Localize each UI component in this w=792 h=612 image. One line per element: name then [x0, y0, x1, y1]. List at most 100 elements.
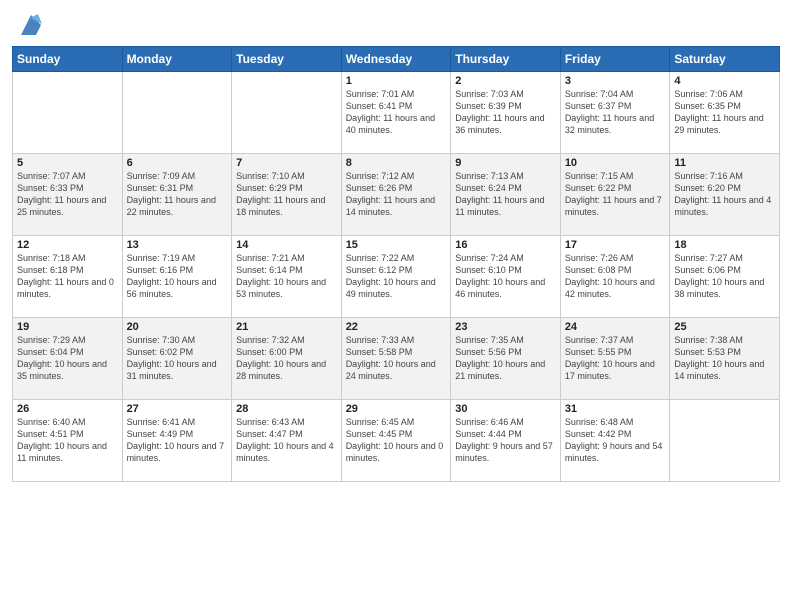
- day-info: Sunrise: 7:18 AM Sunset: 6:18 PM Dayligh…: [17, 252, 118, 301]
- day-cell: 12Sunrise: 7:18 AM Sunset: 6:18 PM Dayli…: [13, 236, 123, 318]
- day-number: 23: [455, 321, 556, 333]
- day-info: Sunrise: 7:33 AM Sunset: 5:58 PM Dayligh…: [346, 334, 447, 383]
- day-cell: 29Sunrise: 6:45 AM Sunset: 4:45 PM Dayli…: [341, 400, 451, 482]
- day-cell: 9Sunrise: 7:13 AM Sunset: 6:24 PM Daylig…: [451, 154, 561, 236]
- day-info: Sunrise: 7:38 AM Sunset: 5:53 PM Dayligh…: [674, 334, 775, 383]
- day-info: Sunrise: 7:10 AM Sunset: 6:29 PM Dayligh…: [236, 170, 337, 219]
- day-cell: 5Sunrise: 7:07 AM Sunset: 6:33 PM Daylig…: [13, 154, 123, 236]
- day-number: 21: [236, 321, 337, 333]
- day-number: 1: [346, 75, 447, 87]
- weekday-saturday: Saturday: [670, 47, 780, 72]
- day-info: Sunrise: 7:32 AM Sunset: 6:00 PM Dayligh…: [236, 334, 337, 383]
- week-row-4: 19Sunrise: 7:29 AM Sunset: 6:04 PM Dayli…: [13, 318, 780, 400]
- day-cell: 25Sunrise: 7:38 AM Sunset: 5:53 PM Dayli…: [670, 318, 780, 400]
- day-number: 3: [565, 75, 666, 87]
- day-cell: 8Sunrise: 7:12 AM Sunset: 6:26 PM Daylig…: [341, 154, 451, 236]
- day-number: 14: [236, 239, 337, 251]
- day-info: Sunrise: 7:30 AM Sunset: 6:02 PM Dayligh…: [127, 334, 228, 383]
- day-info: Sunrise: 6:45 AM Sunset: 4:45 PM Dayligh…: [346, 416, 447, 465]
- day-cell: 20Sunrise: 7:30 AM Sunset: 6:02 PM Dayli…: [122, 318, 232, 400]
- day-number: 28: [236, 403, 337, 415]
- day-number: 22: [346, 321, 447, 333]
- day-info: Sunrise: 7:27 AM Sunset: 6:06 PM Dayligh…: [674, 252, 775, 301]
- day-info: Sunrise: 7:12 AM Sunset: 6:26 PM Dayligh…: [346, 170, 447, 219]
- day-info: Sunrise: 7:26 AM Sunset: 6:08 PM Dayligh…: [565, 252, 666, 301]
- day-cell: 23Sunrise: 7:35 AM Sunset: 5:56 PM Dayli…: [451, 318, 561, 400]
- day-info: Sunrise: 7:09 AM Sunset: 6:31 PM Dayligh…: [127, 170, 228, 219]
- day-number: 27: [127, 403, 228, 415]
- day-info: Sunrise: 7:07 AM Sunset: 6:33 PM Dayligh…: [17, 170, 118, 219]
- day-info: Sunrise: 7:29 AM Sunset: 6:04 PM Dayligh…: [17, 334, 118, 383]
- day-number: 5: [17, 157, 118, 169]
- day-cell: 15Sunrise: 7:22 AM Sunset: 6:12 PM Dayli…: [341, 236, 451, 318]
- logo: [12, 10, 46, 40]
- day-number: 31: [565, 403, 666, 415]
- day-info: Sunrise: 7:37 AM Sunset: 5:55 PM Dayligh…: [565, 334, 666, 383]
- day-info: Sunrise: 6:43 AM Sunset: 4:47 PM Dayligh…: [236, 416, 337, 465]
- day-number: 17: [565, 239, 666, 251]
- day-number: 26: [17, 403, 118, 415]
- day-number: 9: [455, 157, 556, 169]
- day-cell: 27Sunrise: 6:41 AM Sunset: 4:49 PM Dayli…: [122, 400, 232, 482]
- logo-icon: [16, 10, 46, 40]
- day-number: 8: [346, 157, 447, 169]
- day-number: 15: [346, 239, 447, 251]
- day-cell: 17Sunrise: 7:26 AM Sunset: 6:08 PM Dayli…: [560, 236, 670, 318]
- day-number: 10: [565, 157, 666, 169]
- day-info: Sunrise: 7:35 AM Sunset: 5:56 PM Dayligh…: [455, 334, 556, 383]
- day-cell: 11Sunrise: 7:16 AM Sunset: 6:20 PM Dayli…: [670, 154, 780, 236]
- day-info: Sunrise: 7:06 AM Sunset: 6:35 PM Dayligh…: [674, 88, 775, 137]
- day-cell: 28Sunrise: 6:43 AM Sunset: 4:47 PM Dayli…: [232, 400, 342, 482]
- day-cell: 7Sunrise: 7:10 AM Sunset: 6:29 PM Daylig…: [232, 154, 342, 236]
- day-number: 18: [674, 239, 775, 251]
- week-row-5: 26Sunrise: 6:40 AM Sunset: 4:51 PM Dayli…: [13, 400, 780, 482]
- day-cell: [670, 400, 780, 482]
- day-info: Sunrise: 6:40 AM Sunset: 4:51 PM Dayligh…: [17, 416, 118, 465]
- weekday-wednesday: Wednesday: [341, 47, 451, 72]
- weekday-monday: Monday: [122, 47, 232, 72]
- day-cell: [13, 72, 123, 154]
- day-number: 20: [127, 321, 228, 333]
- day-info: Sunrise: 6:41 AM Sunset: 4:49 PM Dayligh…: [127, 416, 228, 465]
- day-number: 7: [236, 157, 337, 169]
- day-info: Sunrise: 6:48 AM Sunset: 4:42 PM Dayligh…: [565, 416, 666, 465]
- day-info: Sunrise: 7:16 AM Sunset: 6:20 PM Dayligh…: [674, 170, 775, 219]
- day-cell: 6Sunrise: 7:09 AM Sunset: 6:31 PM Daylig…: [122, 154, 232, 236]
- day-number: 25: [674, 321, 775, 333]
- day-cell: 18Sunrise: 7:27 AM Sunset: 6:06 PM Dayli…: [670, 236, 780, 318]
- day-number: 2: [455, 75, 556, 87]
- day-cell: 24Sunrise: 7:37 AM Sunset: 5:55 PM Dayli…: [560, 318, 670, 400]
- day-info: Sunrise: 7:13 AM Sunset: 6:24 PM Dayligh…: [455, 170, 556, 219]
- day-cell: 3Sunrise: 7:04 AM Sunset: 6:37 PM Daylig…: [560, 72, 670, 154]
- day-cell: 19Sunrise: 7:29 AM Sunset: 6:04 PM Dayli…: [13, 318, 123, 400]
- day-cell: 16Sunrise: 7:24 AM Sunset: 6:10 PM Dayli…: [451, 236, 561, 318]
- day-info: Sunrise: 7:03 AM Sunset: 6:39 PM Dayligh…: [455, 88, 556, 137]
- day-number: 4: [674, 75, 775, 87]
- day-info: Sunrise: 7:04 AM Sunset: 6:37 PM Dayligh…: [565, 88, 666, 137]
- week-row-1: 1Sunrise: 7:01 AM Sunset: 6:41 PM Daylig…: [13, 72, 780, 154]
- weekday-header-row: SundayMondayTuesdayWednesdayThursdayFrid…: [13, 47, 780, 72]
- day-number: 11: [674, 157, 775, 169]
- weekday-thursday: Thursday: [451, 47, 561, 72]
- weekday-sunday: Sunday: [13, 47, 123, 72]
- day-cell: 4Sunrise: 7:06 AM Sunset: 6:35 PM Daylig…: [670, 72, 780, 154]
- weekday-tuesday: Tuesday: [232, 47, 342, 72]
- week-row-3: 12Sunrise: 7:18 AM Sunset: 6:18 PM Dayli…: [13, 236, 780, 318]
- day-cell: 21Sunrise: 7:32 AM Sunset: 6:00 PM Dayli…: [232, 318, 342, 400]
- day-cell: 31Sunrise: 6:48 AM Sunset: 4:42 PM Dayli…: [560, 400, 670, 482]
- day-number: 29: [346, 403, 447, 415]
- week-row-2: 5Sunrise: 7:07 AM Sunset: 6:33 PM Daylig…: [13, 154, 780, 236]
- day-cell: 30Sunrise: 6:46 AM Sunset: 4:44 PM Dayli…: [451, 400, 561, 482]
- day-number: 30: [455, 403, 556, 415]
- day-info: Sunrise: 7:24 AM Sunset: 6:10 PM Dayligh…: [455, 252, 556, 301]
- day-number: 12: [17, 239, 118, 251]
- day-cell: [122, 72, 232, 154]
- weekday-friday: Friday: [560, 47, 670, 72]
- day-cell: 1Sunrise: 7:01 AM Sunset: 6:41 PM Daylig…: [341, 72, 451, 154]
- day-info: Sunrise: 7:22 AM Sunset: 6:12 PM Dayligh…: [346, 252, 447, 301]
- day-number: 16: [455, 239, 556, 251]
- calendar-table: SundayMondayTuesdayWednesdayThursdayFrid…: [12, 46, 780, 482]
- day-info: Sunrise: 7:19 AM Sunset: 6:16 PM Dayligh…: [127, 252, 228, 301]
- day-info: Sunrise: 7:01 AM Sunset: 6:41 PM Dayligh…: [346, 88, 447, 137]
- day-cell: 13Sunrise: 7:19 AM Sunset: 6:16 PM Dayli…: [122, 236, 232, 318]
